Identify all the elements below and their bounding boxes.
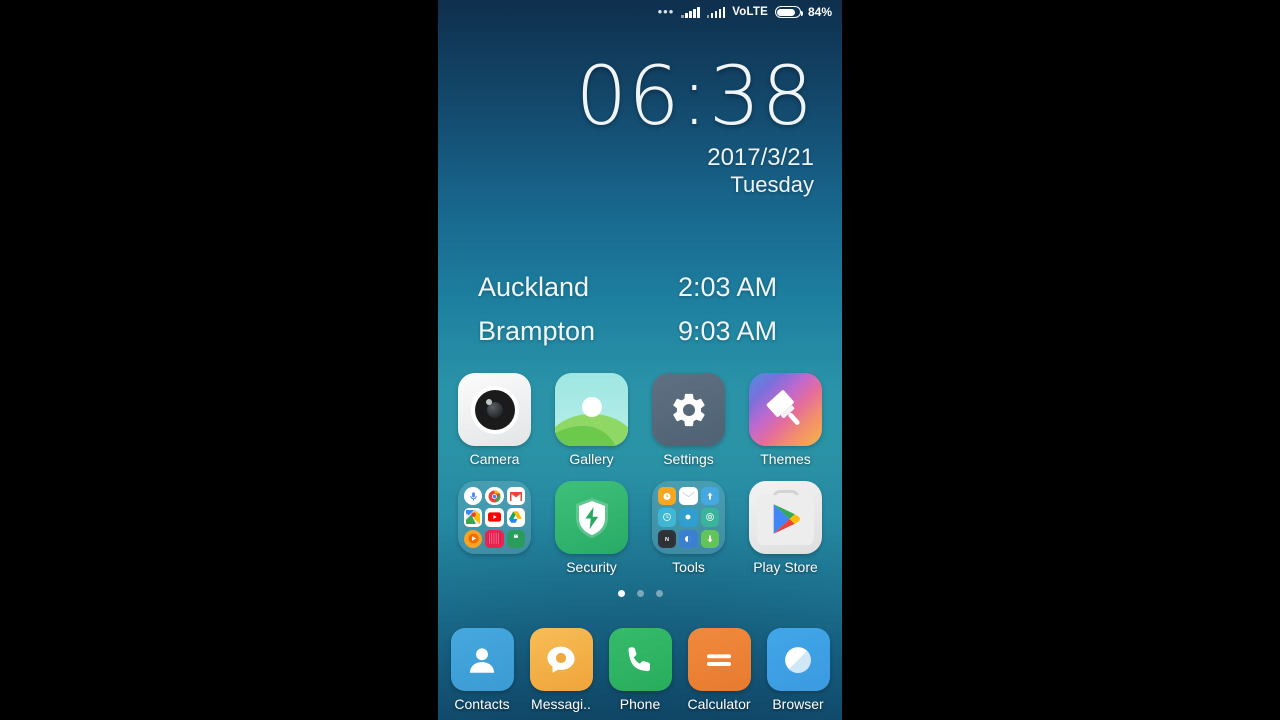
quotes-mini-icon: ❝ xyxy=(506,529,525,548)
page-dot-1[interactable] xyxy=(617,590,625,597)
drive-mini-icon xyxy=(506,508,525,527)
app-play-store[interactable]: Play Store xyxy=(748,481,823,575)
voice-search-mini-icon xyxy=(464,487,483,506)
app-row-2: ❝ Security N Tools Play Store xyxy=(438,481,842,575)
svg-text:N: N xyxy=(665,537,669,543)
clock-time: 06:38 xyxy=(575,50,814,144)
page-indicator xyxy=(438,590,842,597)
dock-label: Phone xyxy=(619,696,661,712)
app-grid: Camera Gallery Settings Themes ❝ Securit… xyxy=(438,373,842,589)
app-label: Security xyxy=(566,559,617,575)
world-clock-time: 9:03 AM xyxy=(678,316,778,346)
dock-label: Browser xyxy=(772,696,824,712)
dock-item-messaging[interactable]: Messagi.. xyxy=(523,628,599,712)
world-clock-time: 2:03 AM xyxy=(678,272,778,302)
dock-item-browser[interactable]: Browser xyxy=(760,628,836,712)
battery-percent-label: 84% xyxy=(807,5,832,19)
app-folder-google[interactable]: ❝ xyxy=(457,481,532,575)
updater-mini-icon xyxy=(700,487,719,506)
compass-mini-icon xyxy=(658,508,677,527)
phone-home-screen: ••• VoLTE 84% 06:38 2017/3/21 Tuesday Au… xyxy=(438,0,842,720)
world-clock-row[interactable]: Auckland 2:03 AM xyxy=(478,272,818,316)
status-bar: ••• VoLTE 84% xyxy=(438,0,842,24)
dock-item-phone[interactable]: Phone xyxy=(602,628,678,712)
world-clock-city: Auckland xyxy=(478,272,590,302)
app-row-1: Camera Gallery Settings Themes xyxy=(438,373,842,467)
world-clock-city: Brampton xyxy=(478,316,596,346)
clock-mini-icon xyxy=(658,487,677,506)
app-label: Gallery xyxy=(569,451,614,467)
app-label: Camera xyxy=(469,451,520,467)
battery-icon xyxy=(774,6,803,18)
maps-mini-icon xyxy=(464,508,483,527)
world-clock-widget[interactable]: Auckland 2:03 AM Brampton 9:03 AM xyxy=(478,272,818,358)
camera-icon xyxy=(458,373,531,446)
app-settings[interactable]: Settings xyxy=(651,373,726,467)
app-label: Settings xyxy=(663,451,714,467)
clock-widget[interactable]: 06:38 2017/3/21 Tuesday xyxy=(576,56,814,198)
play-movies-mini-icon xyxy=(485,529,504,548)
dock: Contacts Messagi.. Phone Calculator Brow… xyxy=(438,628,842,712)
notes-mini-icon: N xyxy=(658,529,677,548)
dock-item-contacts[interactable]: Contacts xyxy=(444,628,520,712)
dock-label: Messagi.. xyxy=(531,696,591,712)
app-label: Themes xyxy=(760,451,811,467)
youtube-mini-icon xyxy=(485,508,504,527)
app-gallery[interactable]: Gallery xyxy=(554,373,629,467)
explorer-mini-icon xyxy=(679,529,698,548)
screenshot-stage: ••• VoLTE 84% 06:38 2017/3/21 Tuesday Au… xyxy=(0,0,1280,720)
page-dot-2[interactable] xyxy=(636,590,644,597)
security-shield-icon xyxy=(555,481,628,554)
downloads-mini-icon xyxy=(700,529,719,548)
phone-handset-icon xyxy=(608,628,672,691)
contacts-person-icon xyxy=(450,628,514,691)
signal-bars-icon-sim1 xyxy=(681,6,700,18)
settings-gear-icon xyxy=(652,373,725,446)
app-label: Play Store xyxy=(753,559,818,575)
gmail-mini-icon xyxy=(506,487,525,506)
dock-label: Contacts xyxy=(454,696,510,712)
dock-label: Calculator xyxy=(687,696,751,712)
app-label: Tools xyxy=(672,559,705,575)
app-folder-tools[interactable]: N Tools xyxy=(651,481,726,575)
signal-bars-icon-sim2 xyxy=(706,6,726,18)
app-security[interactable]: Security xyxy=(554,481,629,575)
google-folder-icon: ❝ xyxy=(458,481,531,554)
world-clock-row[interactable]: Brampton 9:03 AM xyxy=(478,316,818,358)
network-type-label: VoLTE xyxy=(732,6,768,18)
page-dot-3[interactable] xyxy=(655,590,663,597)
app-camera[interactable]: Camera xyxy=(457,373,532,467)
gallery-icon xyxy=(555,373,628,446)
browser-compass-icon xyxy=(766,628,830,691)
play-store-icon xyxy=(749,481,822,554)
tools-folder-icon: N xyxy=(652,481,725,554)
dock-item-calculator[interactable]: Calculator xyxy=(681,628,757,712)
more-dots-icon: ••• xyxy=(657,4,675,19)
messaging-bubble-icon xyxy=(529,628,593,691)
clock-weekday: Tuesday xyxy=(730,172,814,197)
mail-mini-icon xyxy=(679,487,698,506)
recorder-mini-icon xyxy=(679,508,698,527)
clock-date: 2017/3/21 xyxy=(707,144,814,171)
play-music-mini-icon xyxy=(464,529,483,548)
chrome-mini-icon xyxy=(485,487,504,506)
screen-recorder-mini-icon xyxy=(700,508,719,527)
app-themes[interactable]: Themes xyxy=(748,373,823,467)
calculator-equals-icon xyxy=(687,628,751,691)
themes-paintbrush-icon xyxy=(749,373,822,446)
